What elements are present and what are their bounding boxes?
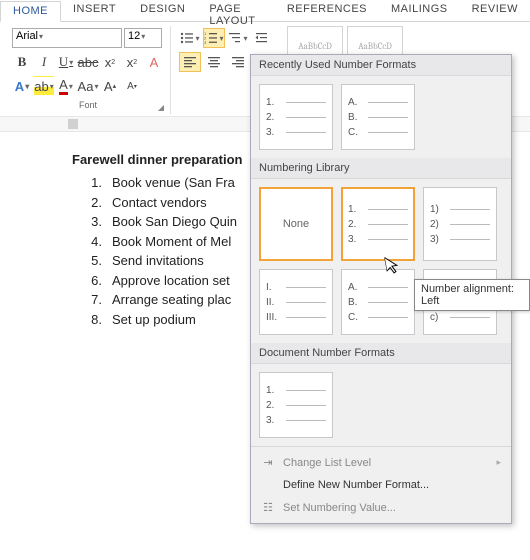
superscript-button[interactable]: x2 xyxy=(122,52,142,72)
align-center-button[interactable] xyxy=(203,52,225,72)
tab-review[interactable]: REVIEW xyxy=(460,0,530,21)
number-list-icon: 123 xyxy=(204,31,218,45)
change-list-level-cmd: ⇥ Change List Level ▸ xyxy=(251,451,511,474)
number-format-preview[interactable]: 1. 2. 3. xyxy=(259,372,333,438)
bullets-button[interactable]: ▾ xyxy=(179,28,201,48)
define-new-number-format-cmd[interactable]: Define New Number Format... xyxy=(251,474,511,496)
outdent-icon xyxy=(255,31,269,45)
font-group: Arial▾ 12▾ B I U▾ abc x2 x2 A A▾ ab▾ A▾ … xyxy=(6,26,171,114)
panel-commands: ⇥ Change List Level ▸ Define New Number … xyxy=(251,446,511,523)
indent-marker[interactable] xyxy=(68,119,78,129)
svg-text:3: 3 xyxy=(204,40,207,45)
tab-mailings[interactable]: MAILINGS xyxy=(379,0,460,21)
text-effects-button[interactable]: A▾ xyxy=(12,76,32,96)
font-color-button[interactable]: A▾ xyxy=(56,76,76,96)
grow-font-button[interactable]: A▴ xyxy=(100,76,120,96)
multilevel-list-button[interactable]: ▾ xyxy=(227,28,249,48)
numbering-button[interactable]: 123 ▾ xyxy=(203,28,225,48)
set-numbering-value-cmd: ☷ Set Numbering Value... xyxy=(251,496,511,519)
decrease-indent-button[interactable] xyxy=(251,28,273,48)
dialog-launcher-icon[interactable]: ◢ xyxy=(158,103,164,112)
font-name-select[interactable]: Arial▾ xyxy=(12,28,122,48)
cmd-label: Define New Number Format... xyxy=(283,479,429,491)
font-size-select[interactable]: 12▾ xyxy=(124,28,162,48)
number-format-preview[interactable]: 1) 2) 3) xyxy=(423,187,497,261)
chevron-down-icon: ▾ xyxy=(141,32,145,41)
number-format-preview[interactable]: I. II. III. xyxy=(259,269,333,335)
font-group-label: Font◢ xyxy=(12,98,164,114)
align-right-icon xyxy=(231,55,245,69)
tab-design[interactable]: DESIGN xyxy=(128,0,197,21)
number-format-preview[interactable]: 1. 2. 3. xyxy=(259,84,333,150)
number-format-none[interactable]: None xyxy=(259,187,333,261)
chevron-right-icon: ▸ xyxy=(496,457,501,468)
strikethrough-button[interactable]: abc xyxy=(78,52,98,72)
number-format-preview[interactable]: A. B. C. xyxy=(341,84,415,150)
align-center-icon xyxy=(207,55,221,69)
section-recent-header: Recently Used Number Formats xyxy=(251,55,511,76)
bullet-list-icon xyxy=(180,31,194,45)
section-doc-header: Document Number Formats xyxy=(251,343,511,364)
number-format-preview[interactable]: A. B. C. xyxy=(341,269,415,335)
number-format-preview[interactable]: 1. 2. 3. xyxy=(341,187,415,261)
shrink-font-button[interactable]: A▾ xyxy=(122,76,142,96)
highlight-button[interactable]: ab▾ xyxy=(34,76,54,96)
cmd-label: Set Numbering Value... xyxy=(283,502,396,514)
align-left-icon xyxy=(183,55,197,69)
chevron-down-icon: ▾ xyxy=(39,32,43,41)
font-size-value: 12 xyxy=(128,30,140,42)
italic-button[interactable]: I xyxy=(34,52,54,72)
clear-format-button[interactable]: A xyxy=(144,52,164,72)
tab-references[interactable]: REFERENCES xyxy=(275,0,379,21)
section-library-header: Numbering Library xyxy=(251,158,511,179)
subscript-button[interactable]: x2 xyxy=(100,52,120,72)
align-left-button[interactable] xyxy=(179,52,201,72)
multilevel-list-icon xyxy=(228,31,242,45)
ribbon-tabs: HOME INSERT DESIGN PAGE LAYOUT REFERENCE… xyxy=(0,0,530,22)
change-case-button[interactable]: Aa▾ xyxy=(78,76,98,96)
font-name-value: Arial xyxy=(16,30,38,42)
align-right-button[interactable] xyxy=(227,52,249,72)
tab-home[interactable]: HOME xyxy=(0,1,61,22)
tab-insert[interactable]: INSERT xyxy=(61,0,128,21)
cmd-label: Change List Level xyxy=(283,457,371,469)
indent-icon: ⇥ xyxy=(261,456,275,469)
tooltip: Number alignment: Left xyxy=(414,279,530,311)
bold-button[interactable]: B xyxy=(12,52,32,72)
list-value-icon: ☷ xyxy=(261,501,275,514)
tab-page-layout[interactable]: PAGE LAYOUT xyxy=(197,0,275,21)
underline-button[interactable]: U▾ xyxy=(56,52,76,72)
